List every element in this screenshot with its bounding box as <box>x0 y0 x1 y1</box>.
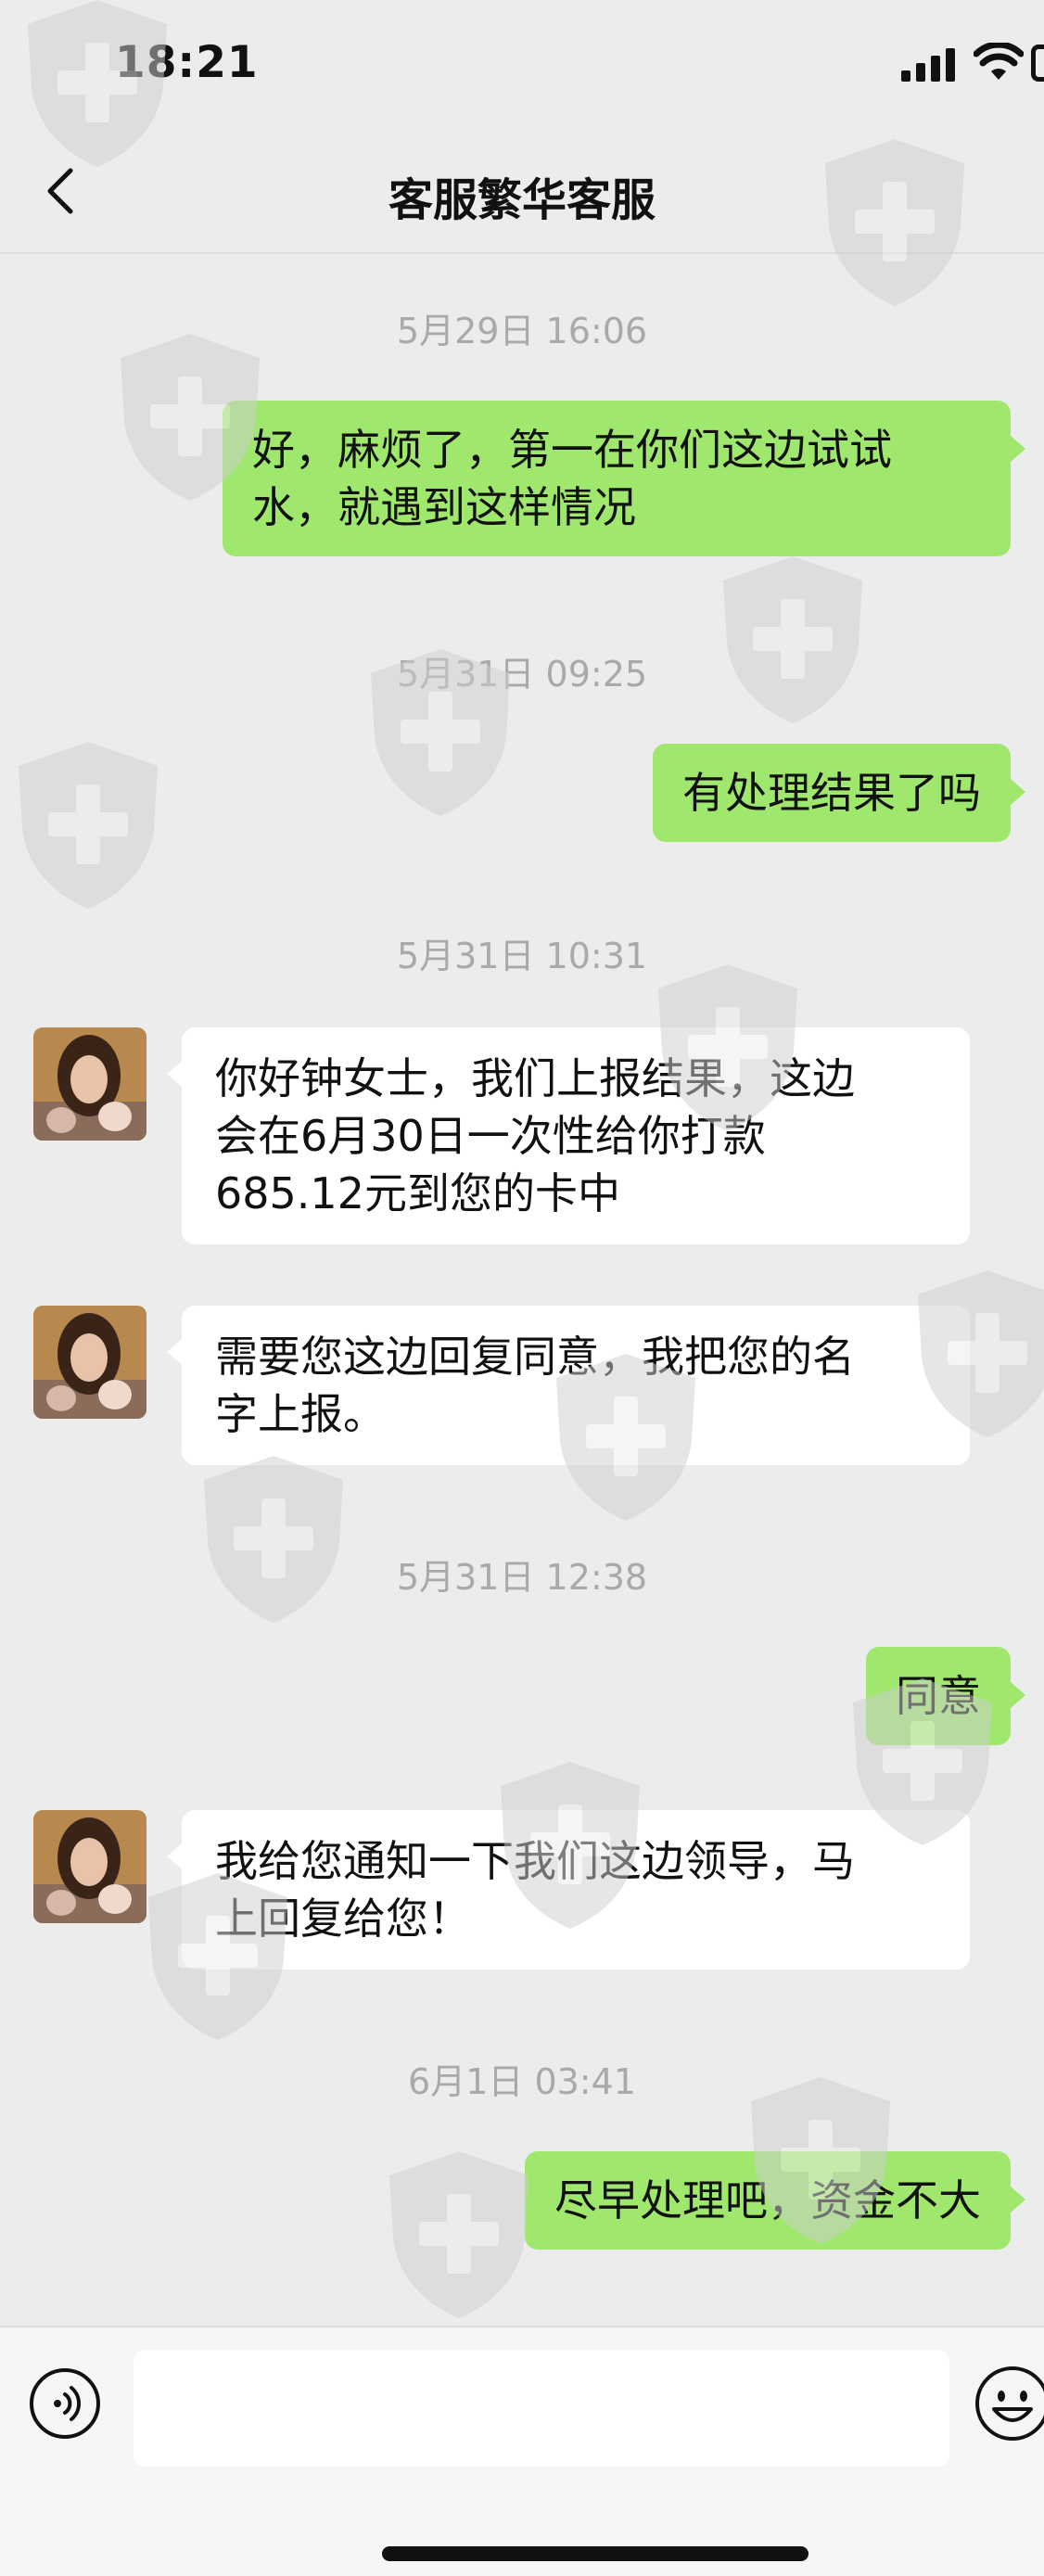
message-line: 我给您通知一下我们这边领导，马 <box>215 1836 855 1886</box>
watermark-shield-icon <box>204 1456 343 1623</box>
timestamp: 5月31日 10:31 <box>396 936 648 976</box>
status-bar: 18:21 <box>0 0 1044 130</box>
input-bar <box>0 2326 1044 2576</box>
chat-area[interactable]: 5月29日 16:06 好，麻烦了，第一在你们这边试试 水，就遇到这样情况 5月… <box>0 0 1044 2324</box>
watermark-shield-icon <box>723 556 862 723</box>
sent-message-bubble[interactable]: 有处理结果了吗 <box>653 744 1025 842</box>
signal-icon <box>901 48 957 82</box>
contact-avatar[interactable] <box>33 1306 146 1419</box>
message-line: 你好钟女士，我们上报结果，这边 <box>215 1053 855 1103</box>
message-line: 水，就遇到这样情况 <box>252 482 636 532</box>
status-time: 18:21 <box>115 37 259 88</box>
received-message-bubble[interactable]: 我给您通知一下我们这边领导，马 上回复给您！ <box>167 1810 970 1970</box>
received-message-bubble[interactable]: 需要您这边回复同意，我把您的名 字上报。 <box>167 1306 970 1465</box>
battery-icon <box>1031 45 1044 82</box>
message-line: 字上报。 <box>215 1389 386 1439</box>
sent-message-bubble[interactable]: 好，麻烦了，第一在你们这边试试 水，就遇到这样情况 <box>223 401 1025 556</box>
message-line: 同意 <box>896 1671 981 1721</box>
timestamp: 5月31日 12:38 <box>396 1557 648 1598</box>
message-line: 尽早处理吧，资金不大 <box>554 2175 981 2225</box>
timestamp: 5月29日 16:06 <box>396 311 648 351</box>
home-indicator <box>382 2546 808 2561</box>
message-line: 有处理结果了吗 <box>682 768 981 818</box>
message-line: 好，麻烦了，第一在你们这边试试 <box>252 425 892 475</box>
sent-message-bubble[interactable]: 尽早处理吧，资金不大 <box>525 2151 1025 2250</box>
message-line: 685.12元到您的卡中 <box>215 1168 620 1218</box>
timestamp: 6月1日 03:41 <box>408 2061 636 2102</box>
message-line: 需要您这边回复同意，我把您的名 <box>215 1332 855 1382</box>
watermark-shield-icon <box>389 2151 528 2318</box>
message-line: 会在6月30日一次性给你打款 <box>215 1111 766 1161</box>
timestamp: 5月31日 09:25 <box>396 654 648 695</box>
voice-icon[interactable] <box>28 2366 102 2441</box>
emoji-icon[interactable] <box>974 2365 1044 2442</box>
contact-avatar[interactable] <box>33 1810 146 1923</box>
watermark-shield-icon <box>19 742 158 909</box>
nav-bar: 客服繁华客服 <box>0 130 1044 254</box>
chat-title: 客服繁华客服 <box>388 174 656 226</box>
contact-avatar[interactable] <box>33 1027 146 1141</box>
message-line: 上回复给您！ <box>215 1894 471 1944</box>
wifi-icon <box>974 43 1024 80</box>
sent-message-bubble[interactable]: 同意 <box>866 1647 1025 1745</box>
received-message-bubble[interactable]: 你好钟女士，我们上报结果，这边 会在6月30日一次性给你打款 685.12元到您… <box>167 1027 970 1244</box>
message-input[interactable] <box>134 2350 949 2467</box>
